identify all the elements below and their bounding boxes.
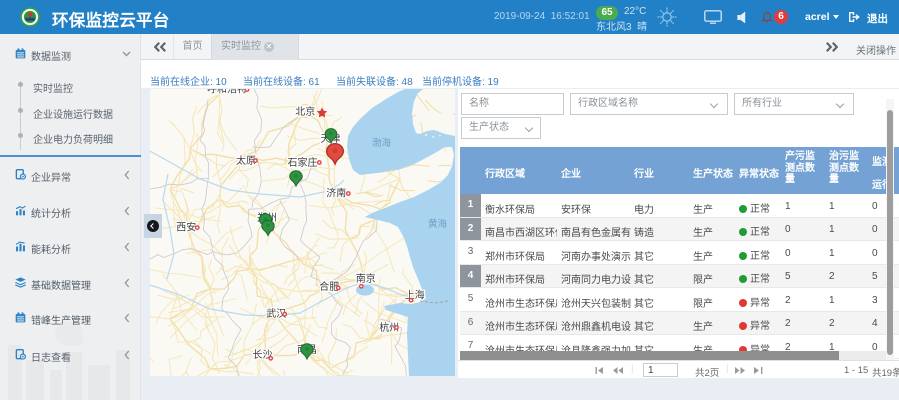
svg-text:西安: 西安 [176, 221, 196, 234]
svg-text:黄海: 黄海 [428, 218, 448, 230]
svg-text:太原: 太原 [236, 154, 256, 167]
svg-text:呼和浩特: 呼和浩特 [207, 89, 247, 96]
svg-text:南京: 南京 [356, 272, 376, 285]
svg-text:石家庄: 石家庄 [288, 156, 318, 169]
svg-text:上海: 上海 [405, 289, 425, 302]
svg-text:北京: 北京 [295, 105, 315, 118]
svg-text:济南: 济南 [326, 187, 346, 200]
svg-text:渤海: 渤海 [372, 137, 392, 149]
